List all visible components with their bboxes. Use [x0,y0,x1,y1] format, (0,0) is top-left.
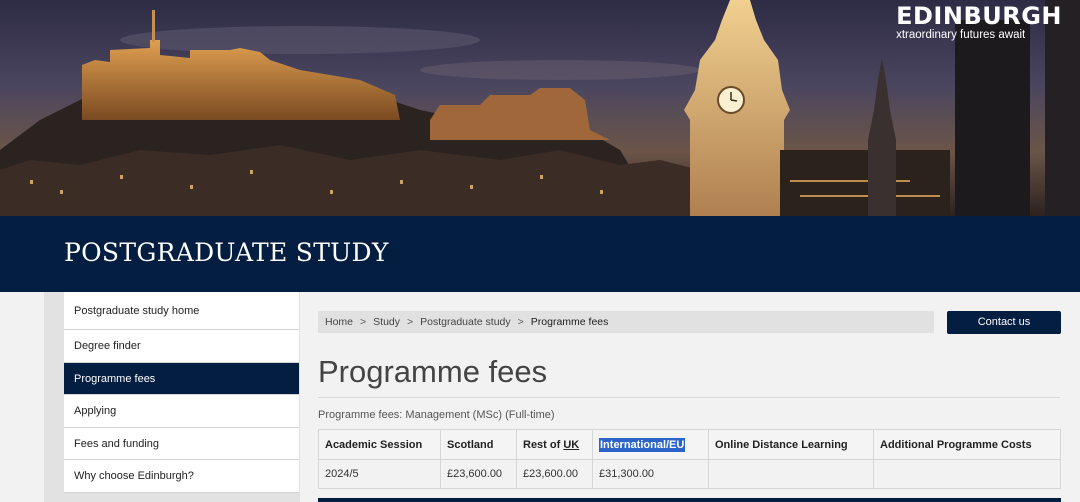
sidebar-item-programme-fees[interactable]: Programme fees [64,362,299,395]
section-bar [318,498,1061,502]
contact-us-button[interactable]: Contact us [947,311,1061,334]
cell-online-distance-learning [708,459,874,489]
column-header-international-eu: International/EU [592,429,709,460]
breadcrumb-study-link[interactable]: Study [373,316,400,328]
selected-text: International/EU [599,437,686,452]
cell-international-fee: £31,300.00 [592,459,709,489]
header-text: Rest of [523,438,564,451]
fees-table: Academic Session Scotland Rest of UK Int… [318,429,1061,489]
programme-subtitle: Programme fees: Management (MSc) (Full-t… [318,409,555,421]
divider [318,397,1060,398]
column-header-rest-of-uk: Rest of UK [516,429,593,460]
breadcrumb-current: Programme fees [530,316,609,328]
column-header-academic-session: Academic Session [318,429,441,460]
header-text-uk: UK [563,438,580,451]
main-content: Home > Study > Postgraduate study > Programme … [300,292,1080,502]
hero-image: EDINBURGH xtraordinary futures await [0,0,1080,216]
sidebar-item-fees-and-funding[interactable]: Fees and funding [64,427,299,460]
cell-additional-costs [873,459,1061,489]
cell-academic-session: 2024/5 [318,459,441,489]
sidebar-item-why-choose-edinburgh[interactable]: Why choose Edinburgh? [64,460,299,493]
breadcrumb-postgraduate-study-link[interactable]: Postgraduate study [420,316,510,328]
breadcrumb-separator: > [407,316,414,328]
breadcrumb-home-link[interactable]: Home [325,316,353,328]
column-header-online-distance-learning: Online Distance Learning [708,429,874,460]
sidebar-item-postgraduate-study-home[interactable]: Postgraduate study home [64,292,299,330]
column-header-additional-programme-costs: Additional Programme Costs [873,429,1061,460]
cell-scotland-fee: £23,600.00 [440,459,517,489]
breadcrumb-separator: > [360,316,367,328]
section-banner: POSTGRADUATE STUDY [0,216,1080,292]
sidebar-nav: Postgraduate study home Degree finder Pr… [64,292,299,493]
page-title: Programme fees [318,354,548,389]
university-logo[interactable]: EDINBURGH xtraordinary futures await [896,2,1062,42]
brand-tagline: xtraordinary futures await [896,29,1026,41]
breadcrumb: Home > Study > Postgraduate study > Programme … [318,311,934,333]
section-title: POSTGRADUATE STUDY [64,238,389,267]
column-header-scotland: Scotland [440,429,517,460]
table-row: 2024/5 £23,600.00 £23,600.00 £31,300.00 [318,459,1061,489]
sidebar-item-degree-finder[interactable]: Degree finder [64,330,299,363]
table-header-row: Academic Session Scotland Rest of UK Int… [318,429,1061,460]
brand-name: EDINBURGH [896,2,1062,30]
cell-rest-of-uk-fee: £23,600.00 [516,459,593,489]
sidebar-item-applying[interactable]: Applying [64,395,299,428]
breadcrumb-separator: > [517,316,524,328]
